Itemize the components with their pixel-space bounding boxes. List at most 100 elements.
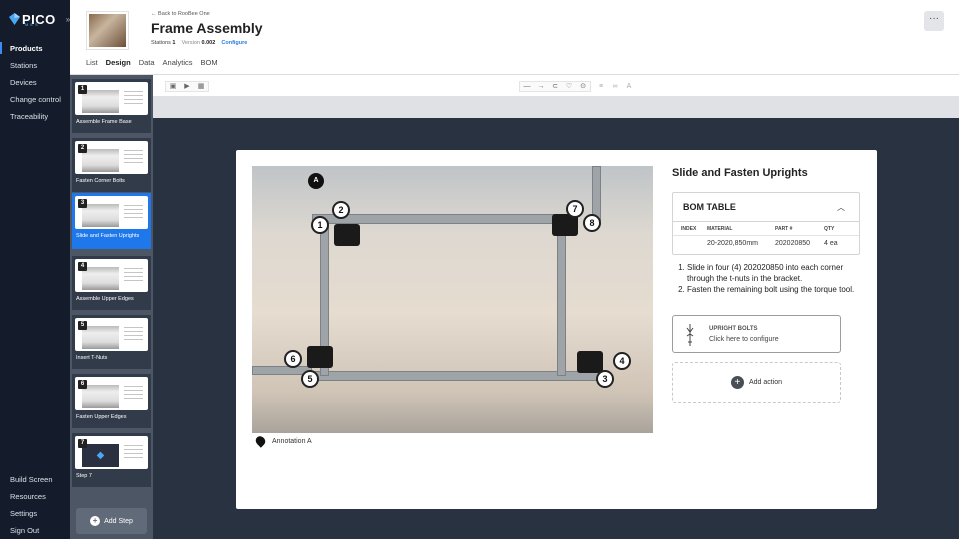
corner-bracket — [334, 224, 360, 246]
step-item-active[interactable]: 3 Slide and Fasten Uprights — [72, 193, 151, 249]
page-title: Frame Assembly — [151, 20, 263, 36]
image-icon[interactable]: ▣ — [166, 81, 180, 92]
tab-list[interactable]: List — [86, 58, 98, 71]
back-link-label: Back to RooBee One — [158, 11, 210, 17]
link-icon[interactable]: ⊂ — [548, 81, 562, 92]
pin-icon[interactable]: ♡ — [562, 81, 576, 92]
sidebar-item-build-screen[interactable]: Build Screen — [10, 475, 53, 484]
pico-logo-icon — [9, 13, 20, 25]
annotation-marker[interactable]: 1 — [311, 216, 329, 234]
back-link[interactable]: ← Back to RooBee One — [151, 11, 210, 17]
step-label: Step 7 — [76, 473, 92, 479]
tab-data[interactable]: Data — [139, 58, 155, 71]
sidebar-item-products[interactable]: Products — [10, 44, 43, 53]
map-pin-icon — [253, 434, 268, 448]
text-color-icon[interactable]: A — [622, 81, 636, 92]
step-thumbnail: 2 — [75, 141, 148, 174]
tab-bom[interactable]: BOM — [201, 58, 218, 71]
product-thumbnail[interactable] — [86, 11, 129, 50]
instruction-item: Fasten the remaining bolt using the torq… — [687, 284, 862, 295]
tab-design[interactable]: Design — [105, 58, 131, 76]
tab-bar: List Design Data Analytics BOM — [86, 58, 226, 76]
video-icon[interactable]: ▶ — [180, 81, 194, 92]
step-image: ◆ — [82, 444, 119, 467]
add-step-button[interactable]: + Add Step — [76, 508, 147, 534]
step-label: Fasten Upper Edges — [76, 414, 127, 420]
step-thumbnail: 6 — [75, 377, 148, 410]
version-value: 0.002 — [201, 40, 216, 46]
step-label: Assemble Frame Base — [76, 119, 132, 125]
bom-cell-part: 202020850 — [775, 240, 811, 247]
step-label: Fasten Corner Bolts — [76, 178, 125, 184]
ellipsis-icon[interactable]: ··· — [924, 11, 944, 31]
annotation-marker[interactable]: 6 — [284, 350, 302, 368]
annotation-marker[interactable]: 8 — [583, 214, 601, 232]
step-number: 2 — [78, 144, 87, 153]
corner-bracket — [307, 346, 333, 368]
annotation-marker[interactable]: 4 — [613, 352, 631, 370]
format-tools: ≡ ∞ A — [594, 81, 636, 92]
sidebar-item-traceability[interactable]: Traceability — [10, 112, 48, 121]
step-thumbnail: 5 — [75, 318, 148, 351]
step-item[interactable]: ◆ 7 Step 7 — [72, 433, 151, 487]
step-image — [82, 149, 119, 172]
chevron-up-icon[interactable]: ︿ — [837, 202, 845, 213]
step-item[interactable]: 6 Fasten Upper Edges — [72, 374, 151, 428]
tab-analytics[interactable]: Analytics — [163, 58, 193, 71]
upright-bolts-action[interactable]: UPRIGHT BOLTS Click here to configure — [672, 315, 841, 353]
version-label: Version — [181, 40, 200, 46]
step-label: Assemble Upper Edges — [76, 296, 134, 302]
action-subtitle: Click here to configure — [709, 336, 779, 343]
add-action-button[interactable]: + Add action — [672, 362, 841, 403]
sidebar-item-settings[interactable]: Settings — [10, 509, 37, 518]
add-action-label: Add action — [748, 379, 783, 386]
brand-sub: MES — [25, 22, 40, 27]
step-item[interactable]: 5 Insert T-Nuts — [72, 315, 151, 369]
arrow-icon[interactable]: → — [534, 81, 548, 92]
divider — [673, 221, 859, 222]
stations-value: 1 — [172, 40, 176, 46]
step-item[interactable]: 2 Fasten Corner Bolts — [72, 138, 151, 192]
editor-toolbar: ▣ ▶ ▦ — → ⊂ ♡ ⊙ ≡ ∞ A — [153, 74, 959, 96]
step-thumbnail: 4 — [75, 259, 148, 292]
media-tools: ▣ ▶ ▦ — [165, 81, 209, 92]
circle-icon[interactable]: ⊙ — [576, 81, 590, 92]
bom-col-material: MATERIAL — [707, 226, 733, 232]
step-image — [82, 326, 119, 349]
annotation-marker[interactable]: 5 — [301, 370, 319, 388]
table-icon[interactable]: ▦ — [194, 81, 208, 92]
step-item[interactable]: 4 Assemble Upper Edges — [72, 256, 151, 310]
product-image — [89, 14, 126, 47]
sidebar-item-sign-out[interactable]: Sign Out — [10, 526, 39, 535]
line-icon[interactable]: — — [520, 81, 534, 92]
bom-cell-qty: 4 ea — [824, 240, 838, 247]
step-item[interactable]: 1 Assemble Frame Base — [72, 79, 151, 133]
chain-icon[interactable]: ∞ — [608, 81, 622, 92]
toolbar-strip — [153, 96, 959, 118]
configure-link[interactable]: Configure — [221, 40, 247, 46]
annotation-marker[interactable]: 2 — [332, 201, 350, 219]
step-number: 7 — [78, 439, 87, 448]
step-thumbnail: 1 — [75, 82, 148, 115]
annotation-marker[interactable]: 7 — [566, 200, 584, 218]
product-meta: Stations 1 Version 0.002 Configure — [151, 40, 247, 46]
sidebar-item-change-control[interactable]: Change control — [10, 95, 61, 104]
bom-col-part: PART # — [775, 226, 793, 232]
annotation-legend[interactable]: Annotation A — [253, 434, 312, 448]
plus-icon: + — [90, 516, 101, 526]
sidebar-item-devices[interactable]: Devices — [10, 78, 37, 87]
bom-title: BOM TABLE — [683, 202, 736, 212]
annotation-tools: — → ⊂ ♡ ⊙ — [519, 81, 591, 92]
pico-logo-icon: ◆ — [96, 450, 105, 461]
align-icon[interactable]: ≡ — [594, 81, 608, 92]
stations-label: Stations — [151, 40, 171, 46]
instruction-list[interactable]: Slide in four (4) 202020850 into each co… — [687, 262, 862, 295]
step-image — [82, 385, 119, 408]
annotation-marker[interactable]: 3 — [596, 370, 614, 388]
annotation-marker[interactable]: A — [308, 173, 324, 189]
step-thumbnail: ◆ 7 — [75, 436, 148, 469]
step-photo[interactable]: A 1 2 7 8 6 5 4 3 — [252, 166, 653, 433]
annotation-label: Annotation A — [272, 437, 312, 445]
sidebar-item-resources[interactable]: Resources — [10, 492, 46, 501]
sidebar-item-stations[interactable]: Stations — [10, 61, 37, 70]
